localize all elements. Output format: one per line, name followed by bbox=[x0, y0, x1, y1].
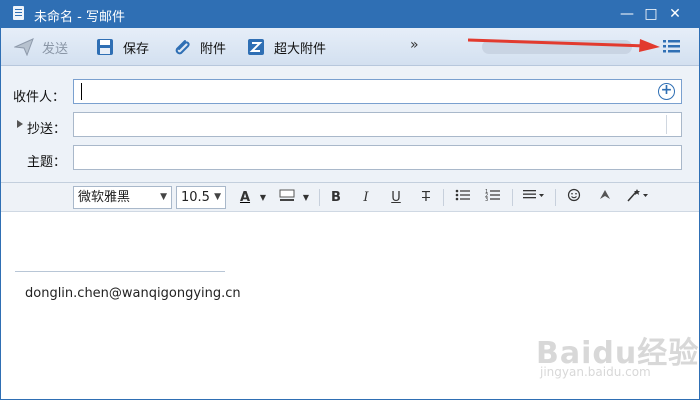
maximize-button[interactable]: □ bbox=[640, 4, 662, 24]
big-attachment-icon bbox=[246, 38, 266, 56]
chevron-down-icon: ▼ bbox=[214, 192, 221, 202]
text-caret bbox=[81, 83, 82, 100]
emoji-icon[interactable] bbox=[565, 188, 583, 207]
chevron-down-icon[interactable]: ▼ bbox=[301, 188, 311, 207]
expand-triangle-icon[interactable] bbox=[17, 120, 23, 128]
font-size-value: 10.5 bbox=[181, 190, 210, 205]
font-color-icon[interactable]: A bbox=[238, 188, 252, 207]
bold-button[interactable]: B bbox=[328, 188, 344, 207]
field-divider bbox=[666, 115, 667, 134]
format-toolbar: 微软雅黑 ▼ 10.5 ▼ A ▼ ▼ B I U T 123 bbox=[0, 183, 700, 212]
save-label: 保存 bbox=[123, 41, 150, 57]
paperclip-icon bbox=[172, 38, 192, 56]
align-icon[interactable] bbox=[522, 188, 546, 207]
subject-label: 主题： bbox=[27, 155, 67, 170]
bullet-list-icon[interactable] bbox=[454, 188, 472, 207]
underline-button[interactable]: U bbox=[388, 188, 404, 207]
title-bar: 未命名 - 写邮件 — □ ✕ bbox=[0, 0, 700, 28]
italic-button[interactable]: I bbox=[358, 188, 374, 207]
numbered-list-icon[interactable]: 123 bbox=[484, 188, 502, 207]
send-icon bbox=[14, 38, 34, 56]
svg-text:3: 3 bbox=[485, 197, 488, 202]
cc-field[interactable] bbox=[73, 112, 682, 137]
big-attach-button[interactable]: 超大附件 bbox=[246, 37, 326, 57]
font-family-value: 微软雅黑 bbox=[78, 190, 131, 205]
highlight-icon[interactable] bbox=[278, 188, 296, 207]
close-button[interactable]: ✕ bbox=[664, 4, 686, 24]
add-recipient-icon[interactable]: + bbox=[658, 83, 675, 100]
send-button[interactable]: 发送 bbox=[14, 37, 68, 57]
divider bbox=[443, 189, 444, 206]
window-title: 未命名 - 写邮件 bbox=[34, 10, 125, 25]
document-icon bbox=[13, 6, 24, 20]
divider bbox=[512, 189, 513, 206]
signature-text: donglin.chen@wanqigongying.cn bbox=[25, 286, 241, 301]
to-field[interactable]: + bbox=[73, 79, 682, 104]
signature-divider bbox=[15, 271, 225, 272]
annotation-arrow bbox=[468, 38, 660, 52]
minimize-button[interactable]: — bbox=[616, 4, 638, 24]
chevron-down-icon[interactable]: ▼ bbox=[258, 188, 268, 207]
save-icon bbox=[95, 38, 115, 56]
screenshot-icon[interactable] bbox=[596, 188, 614, 207]
subject-field[interactable] bbox=[73, 145, 682, 170]
magic-wand-icon[interactable] bbox=[626, 188, 650, 207]
more-tools-button[interactable]: » bbox=[410, 37, 419, 53]
toolbar: 发送 保存 附件 超大附件 » bbox=[0, 28, 700, 66]
watermark-url: jingyan.baidu.com bbox=[540, 365, 651, 379]
chevron-down-icon: ▼ bbox=[160, 192, 167, 202]
strikethrough-button[interactable]: T bbox=[418, 188, 434, 207]
attach-label: 附件 bbox=[200, 41, 227, 57]
big-attach-label: 超大附件 bbox=[274, 41, 327, 57]
divider bbox=[555, 189, 556, 206]
menu-list-icon[interactable] bbox=[662, 38, 682, 58]
font-family-select[interactable]: 微软雅黑 ▼ bbox=[73, 186, 172, 209]
save-button[interactable]: 保存 bbox=[95, 37, 149, 57]
to-label: 收件人： bbox=[13, 90, 66, 105]
font-size-select[interactable]: 10.5 ▼ bbox=[176, 186, 226, 209]
divider bbox=[319, 189, 320, 206]
attach-button[interactable]: 附件 bbox=[172, 37, 226, 57]
cc-label: 抄送： bbox=[27, 122, 67, 137]
send-label: 发送 bbox=[42, 41, 69, 57]
